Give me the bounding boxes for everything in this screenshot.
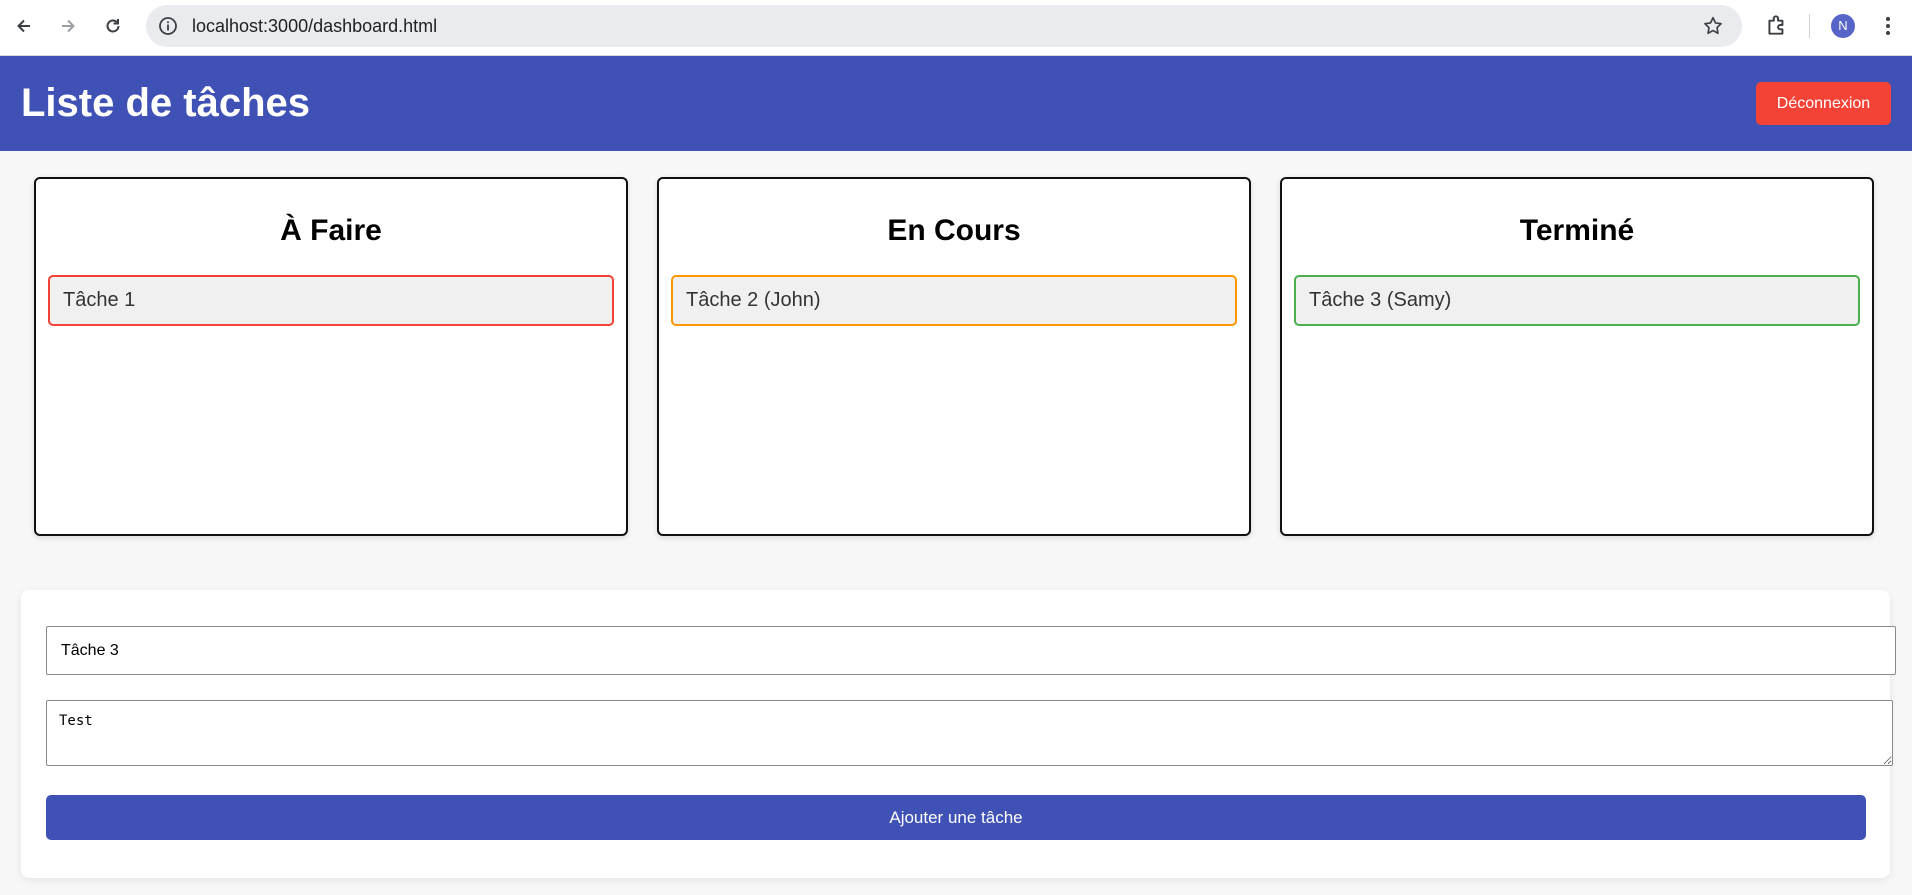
profile-avatar[interactable]: N <box>1831 14 1855 38</box>
menu-dots-icon[interactable] <box>1878 12 1898 40</box>
url-text[interactable]: localhost:3000/dashboard.html <box>192 5 437 47</box>
task-card[interactable]: Tâche 1 <box>48 275 614 326</box>
address-bar[interactable]: localhost:3000/dashboard.html <box>146 5 1742 47</box>
task-description-input[interactable]: Test <box>46 700 1893 766</box>
site-info-icon[interactable] <box>158 16 178 36</box>
page-title: Liste de tâches <box>21 81 311 125</box>
task-card[interactable]: Tâche 3 (Samy) <box>1294 275 1860 326</box>
column-in-progress: En Cours Tâche 2 (John) <box>657 177 1251 536</box>
browser-toolbar: localhost:3000/dashboard.html N <box>0 0 1912 56</box>
extensions-icon[interactable] <box>1764 12 1790 38</box>
back-arrow-icon[interactable] <box>8 10 40 42</box>
task-title-input[interactable] <box>46 626 1896 675</box>
toolbar-divider <box>1809 14 1810 38</box>
app-header: Liste de tâches <box>0 56 1912 151</box>
task-card[interactable]: Tâche 2 (John) <box>671 275 1237 326</box>
column-done: Terminé Tâche 3 (Samy) <box>1280 177 1874 536</box>
forward-arrow-icon[interactable] <box>52 10 84 42</box>
logout-button[interactable]: Déconnexion <box>1756 82 1891 125</box>
reload-icon[interactable] <box>97 10 129 42</box>
column-title: Terminé <box>1519 214 1635 247</box>
bookmark-star-icon[interactable] <box>1702 15 1724 37</box>
column-title: En Cours <box>887 214 1021 247</box>
column-todo: À Faire Tâche 1 <box>34 177 628 536</box>
add-task-button[interactable]: Ajouter une tâche <box>46 795 1866 840</box>
column-title: À Faire <box>280 214 382 247</box>
